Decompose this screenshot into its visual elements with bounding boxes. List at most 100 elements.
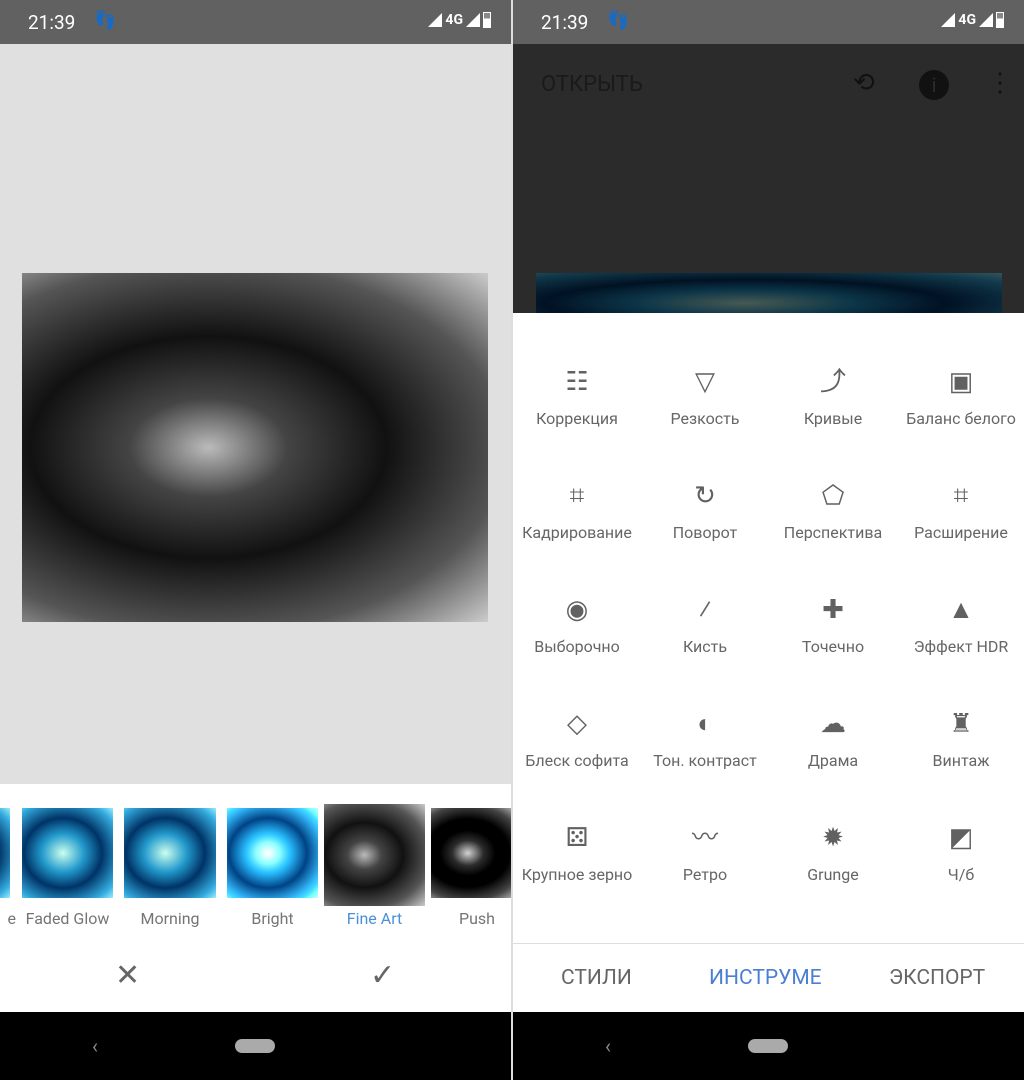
tool-label: Кадрирование: [522, 523, 632, 542]
tool-label: Кисть: [682, 637, 728, 656]
tool-icon: ⁄: [699, 595, 711, 625]
signal-icons: 4G: [941, 12, 1004, 28]
filter-label: Faded Glow: [25, 909, 110, 928]
tool-icon: ♜: [949, 709, 973, 739]
tool-item[interactable]: ⌗ Расширение: [897, 479, 1024, 543]
status-bar: 21:39 👣 4G: [513, 0, 1024, 44]
tab-tools[interactable]: ИНСТРУМЕ: [709, 966, 822, 990]
back-icon[interactable]: ‹: [92, 1034, 98, 1058]
tool-item[interactable]: ⬠ Перспектива: [769, 479, 897, 543]
tool-label: Винтаж: [932, 751, 990, 770]
tool-item[interactable]: ✚ Точечно: [769, 593, 897, 657]
filter-label: Bright: [251, 909, 294, 928]
photo-preview: [22, 273, 488, 622]
network-label: 4G: [445, 12, 463, 28]
tool-label: Кривые: [803, 409, 863, 428]
action-bar: ✕ ✓: [0, 944, 511, 1012]
bottom-tabs: СТИЛИ ИНСТРУМЕ ЭКСПОРТ: [513, 943, 1024, 1012]
tool-item-partial[interactable]: ●: [513, 931, 641, 943]
tool-item-partial[interactable]: ●: [769, 931, 897, 943]
signal-icon: [428, 13, 443, 27]
network-label: 4G: [958, 12, 976, 28]
tool-icon: ◉: [565, 595, 589, 625]
filter-push[interactable]: Push: [431, 808, 511, 928]
tool-item[interactable]: ◐ Тон. контраст: [641, 707, 769, 771]
tools-grid: ☷ Коррекция ▽ Резкость ⤴ Кривые ▣ Баланс белого…: [513, 313, 1024, 943]
tool-icon: ⤴: [819, 367, 846, 397]
tool-icon: ●: [513, 931, 641, 943]
tool-item[interactable]: ✹ Grunge: [769, 821, 897, 885]
tool-icon: ✚: [822, 595, 844, 625]
tool-icon: ●: [897, 931, 1024, 943]
tool-label: Ч/б: [947, 865, 975, 884]
tool-item[interactable]: ◩ Ч/б: [897, 821, 1024, 885]
tools-screen: 21:39 👣 4G ОТКРЫТЬ ⟲ i ⋮ ☷ Коррекция ▽ Резк…: [513, 0, 1024, 1080]
tool-icon: ⚄: [565, 823, 589, 853]
tool-icon: ▽: [695, 367, 715, 397]
filter-bright[interactable]: Bright: [227, 808, 318, 928]
filter-thumb[interactable]: e: [0, 808, 16, 928]
tool-icon: ▣: [948, 367, 974, 397]
open-button[interactable]: ОТКРЫТЬ: [541, 72, 643, 97]
tool-icon: 〰: [691, 823, 718, 853]
tool-icon: ◐: [697, 709, 713, 739]
tool-item[interactable]: ⌗ Кадрирование: [513, 479, 641, 543]
tool-icon: ⌗: [569, 481, 585, 511]
tool-item[interactable]: ☷ Коррекция: [513, 365, 641, 429]
tool-item[interactable]: ◇ Блеск софита: [513, 707, 641, 771]
back-icon[interactable]: ‹: [605, 1034, 611, 1058]
tool-icon: ⬠: [821, 481, 845, 511]
tool-label: Выборочно: [534, 637, 620, 656]
tool-item-partial[interactable]: ●: [641, 931, 769, 943]
tab-export[interactable]: ЭКСПОРТ: [889, 966, 985, 990]
home-button[interactable]: [235, 1039, 275, 1053]
signal-icons: 4G: [428, 12, 491, 28]
tool-label: Резкость: [670, 409, 740, 428]
nav-bar: ‹: [0, 1012, 511, 1080]
wifi-icon: [466, 13, 480, 27]
filter-morning[interactable]: Morning: [124, 808, 216, 928]
home-button[interactable]: [748, 1039, 788, 1053]
battery-icon: [483, 12, 491, 28]
status-bar: 21:39 👣 4G: [0, 0, 511, 44]
filter-faded-glow[interactable]: Faded Glow: [22, 808, 113, 928]
tool-icon: ↻: [694, 481, 716, 511]
tool-item[interactable]: ◉ Выборочно: [513, 593, 641, 657]
filter-fine-art[interactable]: Fine Art: [324, 804, 425, 928]
tool-item-partial[interactable]: ●: [897, 931, 1024, 943]
tool-item[interactable]: ▣ Баланс белого: [897, 365, 1024, 429]
tool-label: Перспектива: [783, 523, 883, 542]
layers-undo-icon[interactable]: ⟲: [853, 68, 875, 98]
info-icon[interactable]: i: [919, 70, 949, 100]
more-icon[interactable]: ⋮: [987, 68, 1013, 98]
tool-label: Баланс белого: [906, 409, 1016, 428]
tool-item[interactable]: ☁ Драма: [769, 707, 897, 771]
tab-styles[interactable]: СТИЛИ: [561, 966, 632, 990]
tool-icon: ●: [641, 931, 769, 943]
tool-icon: ☷: [565, 367, 589, 397]
tool-item[interactable]: ♜ Винтаж: [897, 707, 1024, 771]
tool-item[interactable]: ⁄ Кисть: [641, 593, 769, 657]
tool-label: Драма: [807, 751, 859, 770]
battery-icon: [996, 12, 1004, 28]
tool-icon: ☁: [820, 709, 846, 739]
filter-strip[interactable]: e Faded Glow Morning Bright Fine Art Pus…: [0, 784, 511, 944]
tool-item[interactable]: ⤴ Кривые: [769, 365, 897, 429]
filter-label: Push: [459, 909, 495, 928]
tool-icon: ◩: [948, 823, 974, 853]
apply-icon[interactable]: ✓: [370, 958, 395, 993]
steps-icon: 👣: [94, 10, 117, 31]
filter-label: Fine Art: [346, 909, 403, 928]
tool-item[interactable]: ⚄ Крупное зерно: [513, 821, 641, 885]
tool-label: Поворот: [672, 523, 738, 542]
tool-label: Эффект HDR: [913, 637, 1009, 656]
tool-item[interactable]: ▲ Эффект HDR: [897, 593, 1024, 657]
top-bar: ОТКРЫТЬ ⟲ i ⋮: [513, 44, 1024, 333]
cancel-icon[interactable]: ✕: [115, 958, 140, 993]
tool-item[interactable]: 〰 Ретро: [641, 821, 769, 885]
tool-label: Расширение: [914, 523, 1008, 542]
tool-item[interactable]: ▽ Резкость: [641, 365, 769, 429]
tool-icon: ✹: [822, 823, 844, 853]
tool-icon: ⌗: [953, 481, 969, 511]
tool-item[interactable]: ↻ Поворот: [641, 479, 769, 543]
